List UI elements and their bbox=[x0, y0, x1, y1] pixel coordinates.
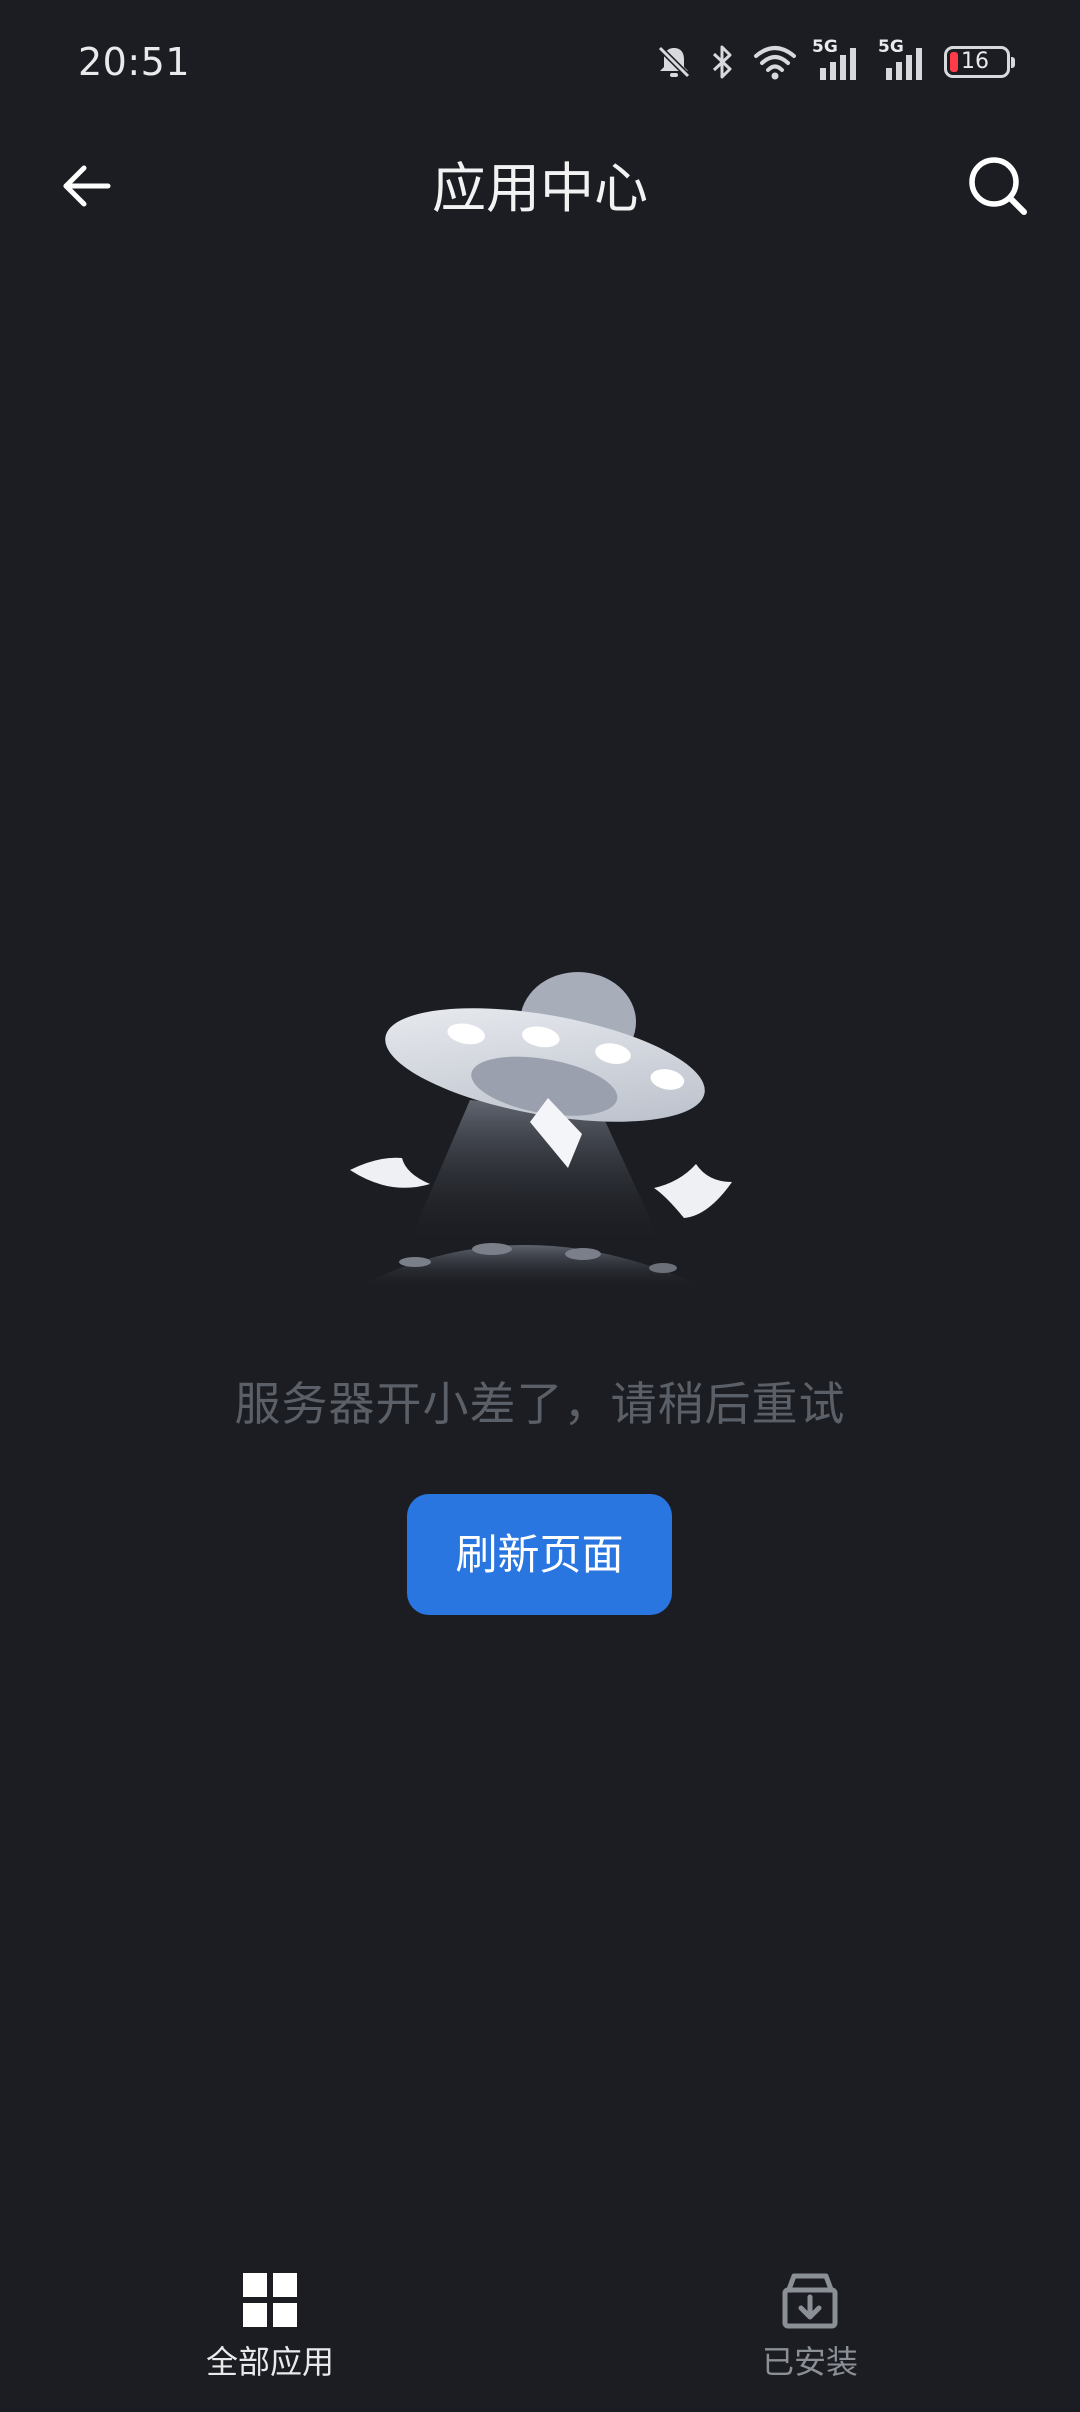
nav-label-all-apps: 全部应用 bbox=[205, 2343, 334, 2381]
bluetooth-icon bbox=[708, 42, 738, 82]
battery-fill bbox=[950, 52, 958, 72]
nav-label-installed: 已安装 bbox=[761, 2343, 858, 2381]
install-box-icon bbox=[780, 2270, 840, 2330]
nav-item-all-apps[interactable]: 全部应用 bbox=[150, 2270, 390, 2400]
status-bar: 20:51 5G 5G 16 bbox=[0, 0, 1080, 124]
search-icon bbox=[966, 154, 1030, 222]
bottom-nav: 全部应用 已安装 bbox=[0, 2250, 1080, 2412]
battery-icon: 16 bbox=[944, 46, 1015, 78]
app-bar: 应用中心 bbox=[0, 124, 1080, 252]
wifi-icon bbox=[752, 42, 798, 82]
signal-5g-icon: 5G bbox=[812, 38, 864, 82]
battery-level: 16 bbox=[961, 49, 989, 74]
ufo-illustration bbox=[330, 960, 750, 1300]
error-message: 服务器开小差了，请稍后重试 bbox=[234, 1377, 846, 1431]
status-time: 20:51 bbox=[78, 40, 191, 84]
page-title: 应用中心 bbox=[432, 157, 648, 220]
status-icons: 5G 5G 16 bbox=[654, 38, 1015, 86]
search-button[interactable] bbox=[958, 148, 1038, 228]
nav-item-installed[interactable]: 已安装 bbox=[690, 2270, 930, 2400]
grid-icon bbox=[240, 2270, 300, 2330]
signal-5g-icon: 5G bbox=[878, 38, 930, 82]
bell-muted-icon bbox=[654, 42, 694, 82]
refresh-button[interactable]: 刷新页面 bbox=[407, 1494, 672, 1615]
